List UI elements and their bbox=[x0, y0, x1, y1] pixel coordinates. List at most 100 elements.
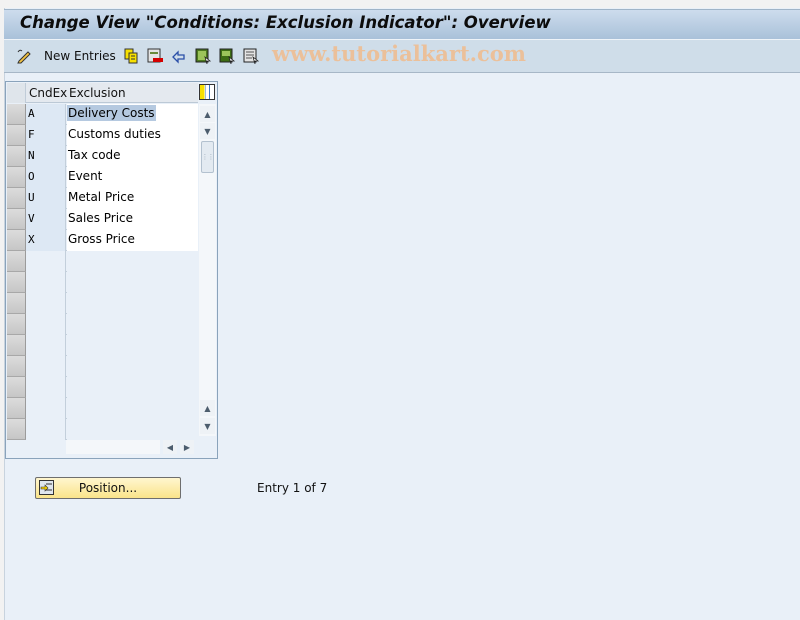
vertical-scrollbar[interactable]: ▲ ▼ ⋮⋮ ▲ ▼ bbox=[199, 104, 216, 436]
row-selector[interactable] bbox=[7, 188, 26, 209]
scroll-left-icon[interactable]: ◀ bbox=[163, 440, 177, 454]
row-selector[interactable] bbox=[7, 377, 26, 398]
table-row-empty[interactable] bbox=[7, 419, 198, 440]
table-row[interactable]: V Sales Price bbox=[7, 209, 198, 230]
table-row-empty[interactable] bbox=[7, 356, 198, 377]
table-row[interactable]: U Metal Price bbox=[7, 188, 198, 209]
entry-counter: Entry 1 of 7 bbox=[257, 481, 328, 495]
exclusion-text: Sales Price bbox=[68, 211, 134, 225]
row-selector[interactable] bbox=[7, 335, 26, 356]
table-header: CndEx Exclusion bbox=[7, 83, 198, 103]
page-up-icon[interactable]: ▲ bbox=[200, 400, 215, 416]
cell-exclusion[interactable]: Customs duties bbox=[67, 125, 198, 146]
cell-exclusion bbox=[67, 356, 198, 377]
scroll-right-icon[interactable]: ▶ bbox=[180, 440, 194, 454]
cell-cndex: F bbox=[26, 125, 66, 146]
position-button[interactable]: Position... bbox=[35, 477, 181, 499]
column-header-exclusion[interactable]: Exclusion bbox=[69, 86, 126, 100]
row-selector[interactable] bbox=[7, 272, 26, 293]
cell-exclusion bbox=[67, 377, 198, 398]
cell-exclusion bbox=[67, 314, 198, 335]
delete-button[interactable] bbox=[147, 47, 163, 65]
table-row-empty[interactable] bbox=[7, 251, 198, 272]
cell-cndex bbox=[26, 398, 66, 419]
scroll-down-icon[interactable]: ▼ bbox=[200, 123, 215, 139]
select-block-button[interactable] bbox=[219, 47, 236, 65]
horizontal-scrollbar[interactable] bbox=[66, 440, 160, 454]
deselect-all-button[interactable] bbox=[243, 47, 260, 65]
table-row-empty[interactable] bbox=[7, 293, 198, 314]
cell-exclusion bbox=[67, 293, 198, 314]
row-selector[interactable] bbox=[7, 167, 26, 188]
new-entries-button[interactable]: New Entries bbox=[44, 47, 116, 65]
cell-cndex: O bbox=[26, 167, 66, 188]
exclusion-text: Customs duties bbox=[68, 127, 161, 141]
table-row[interactable]: O Event bbox=[7, 167, 198, 188]
exclusion-text: Delivery Costs bbox=[67, 105, 156, 121]
table-row-empty[interactable] bbox=[7, 398, 198, 419]
watermark-text: www.tutorialkart.com bbox=[272, 41, 526, 66]
select-all-icon bbox=[195, 48, 212, 65]
row-selector[interactable] bbox=[7, 209, 26, 230]
row-selector[interactable] bbox=[7, 251, 26, 272]
row-selector[interactable] bbox=[7, 293, 26, 314]
copy-icon bbox=[123, 48, 139, 64]
table-row[interactable]: F Customs duties bbox=[7, 125, 198, 146]
table-row-empty[interactable] bbox=[7, 272, 198, 293]
table-row[interactable]: A Delivery Costs bbox=[7, 104, 198, 125]
position-button-label: Position... bbox=[78, 481, 138, 495]
copy-as-button[interactable] bbox=[123, 47, 139, 65]
exclusion-text: Event bbox=[68, 169, 103, 183]
undo-change-button[interactable] bbox=[171, 47, 187, 65]
row-selector[interactable] bbox=[7, 104, 26, 125]
select-all-rows-header[interactable] bbox=[7, 83, 26, 103]
cell-exclusion[interactable]: Sales Price bbox=[67, 209, 198, 230]
exclusion-text: Metal Price bbox=[68, 190, 135, 204]
cell-exclusion[interactable]: Delivery Costs bbox=[67, 104, 198, 125]
table-settings-icon[interactable] bbox=[199, 84, 215, 100]
cell-exclusion bbox=[67, 335, 198, 356]
cell-exclusion[interactable]: Tax code bbox=[67, 146, 198, 167]
cell-cndex: X bbox=[26, 230, 66, 251]
cell-cndex bbox=[26, 419, 66, 440]
delete-row-icon bbox=[147, 48, 163, 64]
cell-cndex bbox=[26, 377, 66, 398]
scrollbar-thumb[interactable]: ⋮⋮ bbox=[201, 141, 215, 173]
cell-cndex bbox=[26, 314, 66, 335]
row-selector[interactable] bbox=[7, 230, 26, 251]
table-row[interactable]: X Gross Price bbox=[7, 230, 198, 251]
table-control: CndEx Exclusion A Delivery Costs F Customs … bbox=[5, 81, 218, 459]
cell-cndex: U bbox=[26, 188, 66, 209]
table-row-empty[interactable] bbox=[7, 377, 198, 398]
table-body: A Delivery Costs F Customs duties N Tax code O… bbox=[7, 104, 198, 440]
cell-cndex bbox=[26, 335, 66, 356]
cell-cndex bbox=[26, 356, 66, 377]
scroll-up-icon[interactable]: ▲ bbox=[200, 106, 215, 122]
undo-icon bbox=[171, 48, 187, 64]
title-bar: Change View "Conditions: Exclusion Indic… bbox=[4, 9, 800, 39]
table-row-empty[interactable] bbox=[7, 314, 198, 335]
row-selector[interactable] bbox=[7, 419, 26, 440]
exclusion-text: Gross Price bbox=[68, 232, 135, 246]
cell-exclusion bbox=[67, 272, 198, 293]
cell-exclusion[interactable]: Metal Price bbox=[67, 188, 198, 209]
page-down-icon[interactable]: ▼ bbox=[200, 418, 215, 434]
display-change-button[interactable] bbox=[16, 47, 32, 65]
table-row[interactable]: N Tax code bbox=[7, 146, 198, 167]
application-toolbar: New Entries www.tutorialkart.com bbox=[4, 39, 800, 73]
cell-cndex: V bbox=[26, 209, 66, 230]
row-selector[interactable] bbox=[7, 146, 26, 167]
cell-exclusion[interactable]: Gross Price bbox=[67, 230, 198, 251]
edit-pencil-icon bbox=[16, 48, 32, 64]
row-selector[interactable] bbox=[7, 356, 26, 377]
column-header-cndex[interactable]: CndEx bbox=[29, 86, 67, 100]
cell-cndex bbox=[26, 293, 66, 314]
row-selector[interactable] bbox=[7, 398, 26, 419]
cell-exclusion[interactable]: Event bbox=[67, 167, 198, 188]
cell-cndex: N bbox=[26, 146, 66, 167]
cell-cndex bbox=[26, 251, 66, 272]
row-selector[interactable] bbox=[7, 314, 26, 335]
row-selector[interactable] bbox=[7, 125, 26, 146]
table-row-empty[interactable] bbox=[7, 335, 198, 356]
select-all-button[interactable] bbox=[195, 47, 212, 65]
